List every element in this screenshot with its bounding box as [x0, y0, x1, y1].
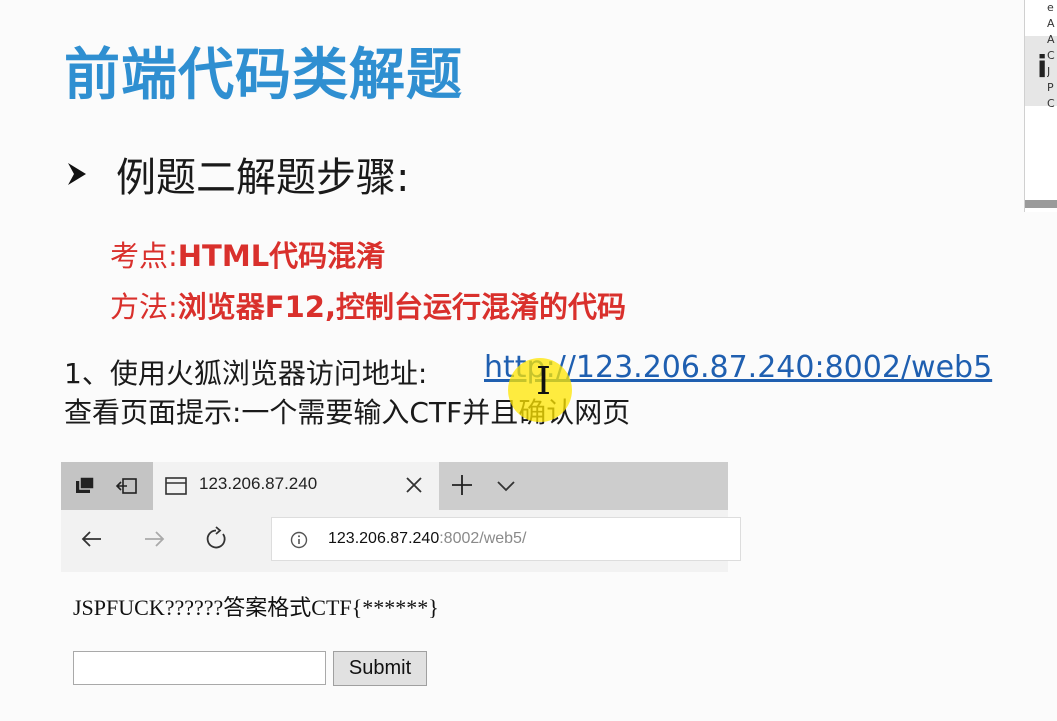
- point-line: 考点:HTML代码混淆: [110, 233, 385, 275]
- submit-button[interactable]: Submit: [333, 651, 427, 686]
- text-cursor-icon: I: [536, 359, 552, 403]
- slide: 前端代码类解题 例题二解题步骤: 考点:HTML代码混淆 方法:浏览器F12,控…: [0, 0, 1057, 721]
- tab-active[interactable]: 123.206.87.240: [153, 462, 439, 510]
- navigation-bar: 123.206.87.240:8002/web5/: [61, 510, 741, 568]
- page-hint-text: JSPFUCK??????答案格式CTF{******}: [73, 595, 439, 620]
- point-value: HTML代码混淆: [177, 239, 386, 273]
- step1-prefix: 1、使用火狐浏览器访问地址:: [64, 357, 428, 390]
- embedded-browser: 123.206.87.240 123.206.87.240:8002/web5/: [61, 462, 741, 572]
- close-tab-icon[interactable]: [403, 474, 425, 496]
- side-list-item[interactable]: J: [1047, 64, 1057, 80]
- bullet-heading: 例题二解题步骤:: [66, 145, 409, 203]
- address-path: :8002/web5/: [439, 530, 527, 547]
- tab-bar-left-icons: [61, 462, 153, 510]
- point-label: 考点:: [110, 239, 178, 273]
- info-icon[interactable]: [290, 531, 308, 549]
- set-aside-tabs-icon[interactable]: [115, 474, 139, 498]
- answer-input[interactable]: [73, 651, 326, 685]
- bullet-text: 例题二解题步骤:: [116, 155, 410, 201]
- side-list-item[interactable]: C: [1047, 48, 1057, 64]
- side-window-scrollbar[interactable]: [1025, 200, 1057, 208]
- method-label: 方法:: [110, 290, 178, 324]
- refresh-icon[interactable]: [203, 526, 229, 552]
- address-text: 123.206.87.240:8002/web5/: [328, 530, 526, 548]
- arrow-bullet-icon: [68, 163, 86, 185]
- page-icon: [165, 477, 187, 495]
- side-list-item[interactable]: P: [1047, 80, 1057, 96]
- side-list-item[interactable]: A: [1047, 32, 1057, 48]
- side-window-list: e A A C J P C: [1047, 0, 1057, 112]
- chevron-down-icon[interactable]: [495, 475, 517, 497]
- back-arrow-icon[interactable]: [79, 526, 105, 552]
- address-bar[interactable]: 123.206.87.240:8002/web5/: [271, 517, 741, 561]
- tab-title: 123.206.87.240: [199, 474, 318, 493]
- side-list-item[interactable]: A: [1047, 16, 1057, 32]
- info-i-icon: i: [1037, 50, 1048, 85]
- forward-arrow-icon[interactable]: [141, 526, 167, 552]
- method-line: 方法:浏览器F12,控制台运行混淆的代码: [110, 284, 626, 326]
- method-value: 浏览器F12,控制台运行混淆的代码: [177, 290, 626, 324]
- tab-bar: 123.206.87.240: [61, 462, 728, 510]
- new-tab-icon[interactable]: [449, 472, 475, 498]
- side-list-item[interactable]: e: [1047, 0, 1057, 16]
- address-host: 123.206.87.240: [328, 530, 440, 547]
- tab-group-icon[interactable]: [73, 474, 97, 498]
- side-window-fragment: i e A A C J P C: [1024, 0, 1057, 212]
- slide-title: 前端代码类解题: [64, 43, 463, 108]
- side-list-item[interactable]: C: [1047, 96, 1057, 112]
